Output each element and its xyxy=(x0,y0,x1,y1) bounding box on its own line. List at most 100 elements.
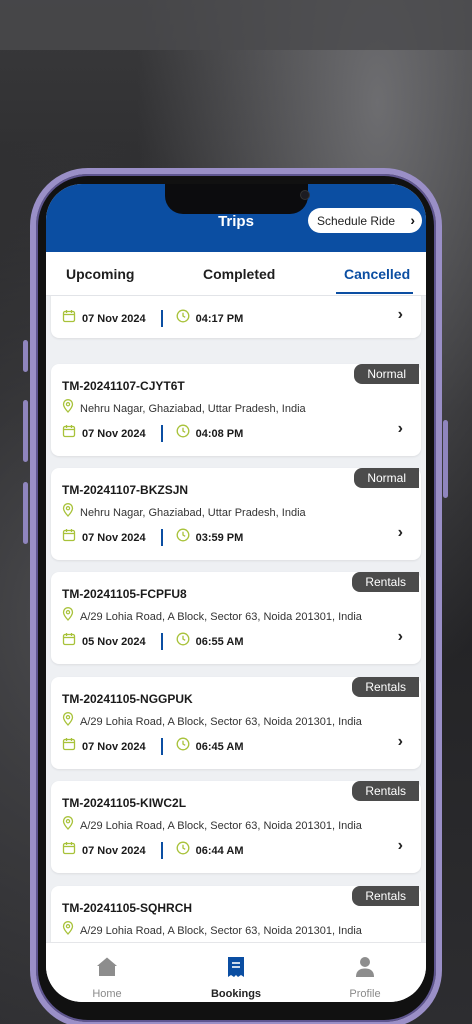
location-pin-icon xyxy=(62,712,74,731)
trip-time: 06:55 AM xyxy=(195,635,244,648)
tab-upcoming[interactable]: Upcoming xyxy=(66,266,134,282)
chevron-right-icon[interactable]: › xyxy=(398,733,403,751)
chevron-right-icon[interactable]: › xyxy=(398,306,403,324)
trip-type-badge: Normal xyxy=(354,364,419,384)
clock-icon xyxy=(176,309,190,328)
trip-address: A/29 Lohia Road, A Block, Sector 63, Noi… xyxy=(80,924,362,937)
app-screen: Trips Schedule Ride › Upcoming Completed… xyxy=(46,184,426,1002)
trip-date: 05 Nov 2024 xyxy=(82,635,146,648)
location-pin-icon xyxy=(62,921,74,940)
trip-card[interactable]: 07 Nov 2024 04:17 PM › xyxy=(51,296,421,338)
datetime-divider xyxy=(160,633,163,650)
chevron-right-icon[interactable]: › xyxy=(398,524,403,542)
trip-datetime: 07 Nov 2024 06:45 AM xyxy=(62,737,244,756)
clock-icon xyxy=(176,841,190,860)
active-tab-indicator xyxy=(336,292,413,294)
trip-date: 07 Nov 2024 xyxy=(82,844,146,857)
trip-address-row: A/29 Lohia Road, A Block, Sector 63, Noi… xyxy=(62,921,362,940)
trip-tabs: Upcoming Completed Cancelled xyxy=(46,252,426,296)
trip-id: TM-20241105-FCPFU8 xyxy=(62,587,187,601)
trip-id: TM-20241105-SQHRCH xyxy=(62,901,193,915)
trip-address: A/29 Lohia Road, A Block, Sector 63, Noi… xyxy=(80,610,362,623)
home-icon xyxy=(95,955,119,984)
clock-icon xyxy=(176,632,190,651)
calendar-icon xyxy=(62,424,76,443)
chevron-right-icon[interactable]: › xyxy=(398,837,403,855)
trip-address: Nehru Nagar, Ghaziabad, Uttar Pradesh, I… xyxy=(80,506,306,519)
trip-datetime: 07 Nov 2024 04:08 PM xyxy=(62,424,243,443)
trip-type-badge: Rentals xyxy=(352,886,419,906)
trip-datetime: 07 Nov 2024 03:59 PM xyxy=(62,528,243,547)
nav-home-label: Home xyxy=(92,988,122,1000)
location-pin-icon xyxy=(62,816,74,835)
tab-cancelled[interactable]: Cancelled xyxy=(344,266,410,282)
schedule-ride-label: Schedule Ride xyxy=(317,213,396,228)
datetime-divider xyxy=(160,425,163,442)
trip-address-row: Nehru Nagar, Ghaziabad, Uttar Pradesh, I… xyxy=(62,399,306,418)
datetime-divider xyxy=(160,310,163,327)
calendar-icon xyxy=(62,737,76,756)
trip-address-row: Nehru Nagar, Ghaziabad, Uttar Pradesh, I… xyxy=(62,503,306,522)
datetime-divider xyxy=(160,842,163,859)
trip-card[interactable]: TM-20241107-BKZSJN Normal Nehru Nagar, G… xyxy=(51,468,421,560)
trip-card[interactable]: TM-20241105-KIWC2L Rentals A/29 Lohia Ro… xyxy=(51,781,421,873)
trip-time: 06:45 AM xyxy=(195,740,244,753)
clock-icon xyxy=(176,528,190,547)
trip-card[interactable]: TM-20241105-SQHRCH Rentals A/29 Lohia Ro… xyxy=(51,886,421,942)
trip-address-row: A/29 Lohia Road, A Block, Sector 63, Noi… xyxy=(62,712,362,731)
bookings-icon xyxy=(224,955,248,984)
trip-date: 07 Nov 2024 xyxy=(82,312,146,325)
location-pin-icon xyxy=(62,503,74,522)
trip-time: 04:17 PM xyxy=(195,312,244,325)
trip-card[interactable]: TM-20241107-CJYT6T Normal Nehru Nagar, G… xyxy=(51,364,421,456)
trip-card[interactable]: TM-20241105-FCPFU8 Rentals A/29 Lohia Ro… xyxy=(51,572,421,664)
phone-volume-down-button xyxy=(23,482,28,544)
background-shelf xyxy=(0,0,472,50)
nav-bookings-label: Bookings xyxy=(210,988,262,1000)
clock-icon xyxy=(176,424,190,443)
trip-id: TM-20241105-KIWC2L xyxy=(62,796,187,810)
nav-profile-label: Profile xyxy=(349,988,381,1000)
trip-time: 06:44 AM xyxy=(195,844,244,857)
trip-list[interactable]: 07 Nov 2024 04:17 PM › TM-20241107-CJYT6… xyxy=(46,296,426,942)
trip-time: 04:08 PM xyxy=(195,427,244,440)
trip-time: 03:59 PM xyxy=(195,531,244,544)
trip-id: TM-20241107-CJYT6T xyxy=(62,379,185,393)
trip-date: 07 Nov 2024 xyxy=(82,427,146,440)
trip-address: A/29 Lohia Road, A Block, Sector 63, Noi… xyxy=(80,819,362,832)
calendar-icon xyxy=(62,632,76,651)
phone-notch xyxy=(165,184,310,214)
schedule-ride-button[interactable]: Schedule Ride › xyxy=(308,208,422,233)
calendar-icon xyxy=(62,841,76,860)
chevron-right-icon[interactable]: › xyxy=(398,420,403,438)
trip-type-badge: Rentals xyxy=(352,572,419,592)
trip-datetime: 05 Nov 2024 06:55 AM xyxy=(62,632,244,651)
phone-volume-up-button xyxy=(23,400,28,462)
location-pin-icon xyxy=(62,607,74,626)
phone-power-button xyxy=(443,420,448,498)
trip-id: TM-20241107-BKZSJN xyxy=(62,483,189,497)
trip-address: Nehru Nagar, Ghaziabad, Uttar Pradesh, I… xyxy=(80,402,306,415)
trip-date: 07 Nov 2024 xyxy=(82,531,146,544)
tab-completed[interactable]: Completed xyxy=(203,266,275,282)
trip-card[interactable]: TM-20241105-NGGPUK Rentals A/29 Lohia Ro… xyxy=(51,677,421,769)
chevron-right-icon: › xyxy=(410,212,415,228)
trip-type-badge: Normal xyxy=(354,468,419,488)
calendar-icon xyxy=(62,309,76,328)
datetime-divider xyxy=(160,738,163,755)
clock-icon xyxy=(176,737,190,756)
profile-icon xyxy=(353,955,377,984)
bottom-nav: Home Bookings Profile xyxy=(46,942,426,1002)
trip-datetime: 07 Nov 2024 04:17 PM xyxy=(62,309,243,328)
page-title: Trips xyxy=(218,213,254,230)
phone-mute-button xyxy=(23,340,28,372)
datetime-divider xyxy=(160,529,163,546)
trip-id: TM-20241105-NGGPUK xyxy=(62,692,193,706)
trip-address: A/29 Lohia Road, A Block, Sector 63, Noi… xyxy=(80,715,362,728)
location-pin-icon xyxy=(62,399,74,418)
trip-address-row: A/29 Lohia Road, A Block, Sector 63, Noi… xyxy=(62,607,362,626)
trip-date: 07 Nov 2024 xyxy=(82,740,146,753)
chevron-right-icon[interactable]: › xyxy=(398,628,403,646)
front-camera xyxy=(300,190,310,200)
trip-type-badge: Rentals xyxy=(352,781,419,801)
